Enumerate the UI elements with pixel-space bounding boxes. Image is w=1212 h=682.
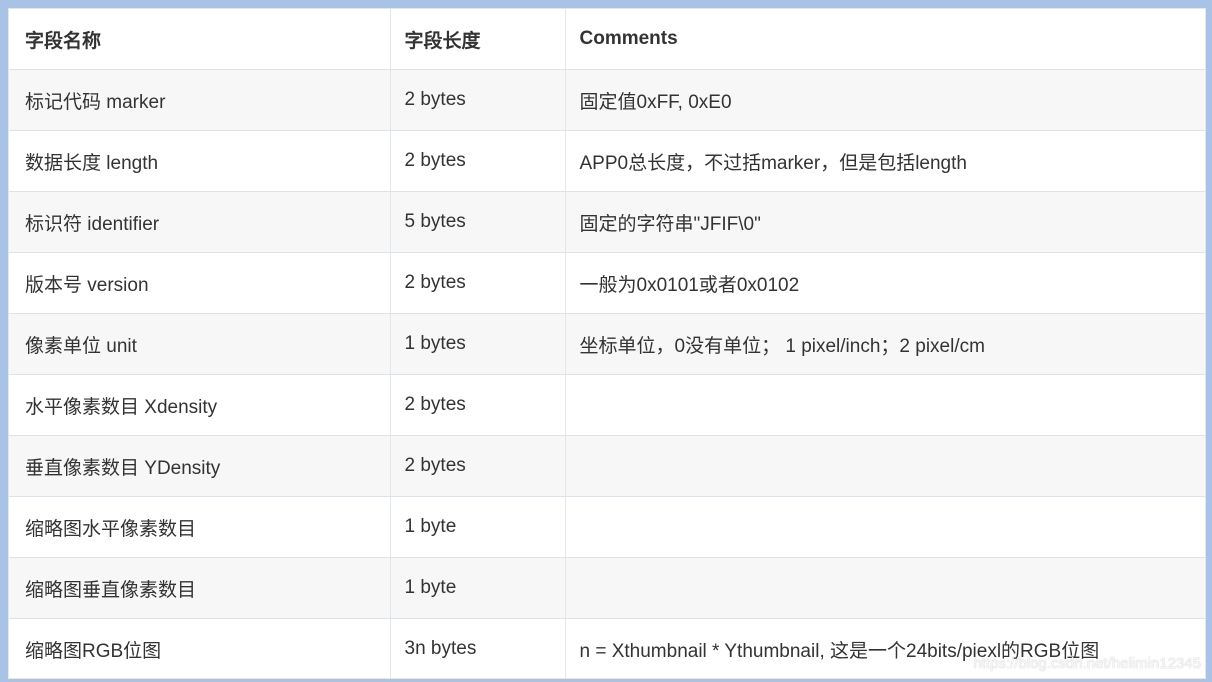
cell-field-name: 水平像素数目 Xdensity: [9, 374, 391, 436]
table-header-row: 字段名称 字段长度 Comments: [9, 9, 1205, 70]
header-field-length: 字段长度: [390, 9, 566, 70]
cell-field-name: 版本号 version: [9, 252, 391, 314]
cell-comment: 固定值0xFF, 0xE0: [565, 69, 1205, 131]
cell-field-name: 标识符 identifier: [9, 191, 391, 253]
cell-field-length: 5 bytes: [390, 191, 566, 253]
cell-field-name: 垂直像素数目 YDensity: [9, 435, 391, 497]
table-row: 缩略图垂直像素数目 1 byte: [9, 557, 1205, 619]
cell-comment: [565, 374, 1205, 436]
cell-field-name: 像素单位 unit: [9, 313, 391, 375]
cell-comment: 一般为0x0101或者0x0102: [565, 252, 1205, 314]
cell-field-length: 1 byte: [390, 496, 566, 558]
table-row: 标记代码 marker 2 bytes 固定值0xFF, 0xE0: [9, 69, 1205, 131]
cell-field-length: 2 bytes: [390, 69, 566, 131]
jfif-app0-table: 字段名称 字段长度 Comments 标记代码 marker 2 bytes 固…: [9, 9, 1205, 678]
table-row: 缩略图RGB位图 3n bytes n = Xthumbnail * Ythum…: [9, 618, 1205, 678]
cell-field-name: 缩略图垂直像素数目: [9, 557, 391, 619]
cell-field-name: 缩略图RGB位图: [9, 618, 391, 678]
image-frame: 字段名称 字段长度 Comments 标记代码 marker 2 bytes 固…: [0, 0, 1212, 682]
cell-comment: APP0总长度，不过括marker，但是包括length: [565, 130, 1205, 192]
cell-field-name: 标记代码 marker: [9, 69, 391, 131]
cell-comment: [565, 557, 1205, 619]
table-row: 水平像素数目 Xdensity 2 bytes: [9, 374, 1205, 436]
cell-comment: n = Xthumbnail * Ythumbnail, 这是一个24bits/…: [565, 618, 1205, 678]
table-card: 字段名称 字段长度 Comments 标记代码 marker 2 bytes 固…: [8, 8, 1206, 679]
cell-field-name: 缩略图水平像素数目: [9, 496, 391, 558]
cell-field-length: 2 bytes: [390, 435, 566, 497]
cell-comment: [565, 496, 1205, 558]
cell-field-length: 3n bytes: [390, 618, 566, 678]
cell-field-name: 数据长度 length: [9, 130, 391, 192]
cell-field-length: 1 byte: [390, 557, 566, 619]
header-comments: Comments: [565, 9, 1205, 70]
table-row: 数据长度 length 2 bytes APP0总长度，不过括marker，但是…: [9, 130, 1205, 192]
cell-field-length: 2 bytes: [390, 130, 566, 192]
cell-field-length: 2 bytes: [390, 374, 566, 436]
cell-field-length: 1 bytes: [390, 313, 566, 375]
table-row: 缩略图水平像素数目 1 byte: [9, 496, 1205, 558]
table-row: 标识符 identifier 5 bytes 固定的字符串"JFIF\0": [9, 191, 1205, 253]
table-row: 像素单位 unit 1 bytes 坐标单位，0没有单位； 1 pixel/in…: [9, 313, 1205, 375]
cell-comment: 坐标单位，0没有单位； 1 pixel/inch；2 pixel/cm: [565, 313, 1205, 375]
table-row: 版本号 version 2 bytes 一般为0x0101或者0x0102: [9, 252, 1205, 314]
cell-field-length: 2 bytes: [390, 252, 566, 314]
table-row: 垂直像素数目 YDensity 2 bytes: [9, 435, 1205, 497]
cell-comment: 固定的字符串"JFIF\0": [565, 191, 1205, 253]
header-field-name: 字段名称: [9, 9, 391, 70]
cell-comment: [565, 435, 1205, 497]
